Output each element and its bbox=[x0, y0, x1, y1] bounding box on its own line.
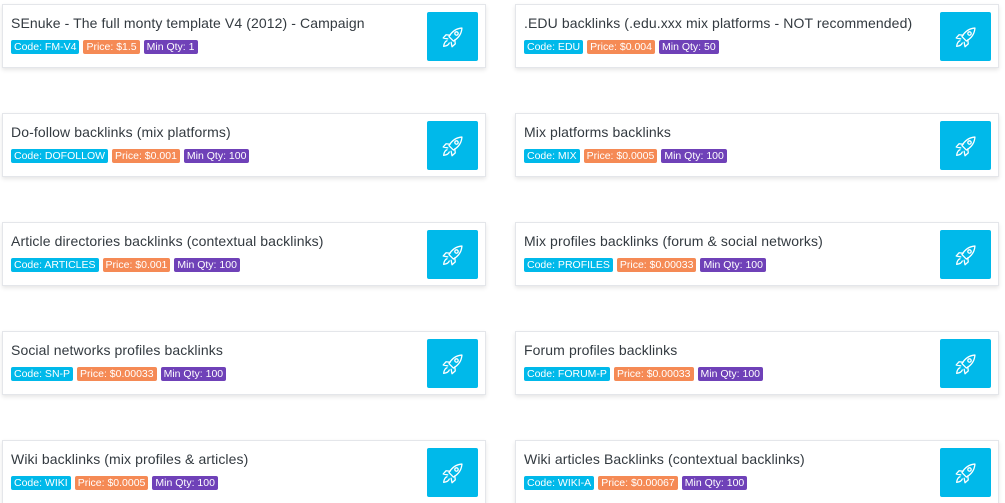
code-badge: Code: EDU bbox=[524, 40, 584, 54]
product-card: Forum profiles backlinks Code: FORUM-P P… bbox=[515, 331, 999, 395]
rocket-icon bbox=[955, 26, 976, 47]
product-badges: Code: SN-P Price: $0.00033 Min Qty: 100 bbox=[11, 367, 227, 381]
product-badges: Code: FM-V4 Price: $1.5 Min Qty: 1 bbox=[11, 40, 198, 54]
product-card: Article directories backlinks (contextua… bbox=[2, 222, 486, 286]
launch-button[interactable] bbox=[427, 339, 478, 388]
code-badge: Code: FM-V4 bbox=[11, 40, 80, 54]
launch-button[interactable] bbox=[940, 230, 991, 279]
product-title: Forum profiles backlinks bbox=[524, 342, 678, 358]
min-qty-badge: Min Qty: 100 bbox=[160, 367, 227, 381]
min-qty-badge: Min Qty: 100 bbox=[700, 258, 766, 272]
product-card: SEnuke - The full monty template V4 (201… bbox=[2, 4, 486, 68]
price-badge: Price: $0.00033 bbox=[613, 367, 694, 381]
price-badge: Price: $0.004 bbox=[587, 40, 655, 54]
product-title: SEnuke - The full monty template V4 (201… bbox=[11, 15, 365, 31]
product-badges: Code: EDU Price: $0.004 Min Qty: 50 bbox=[524, 40, 719, 54]
min-qty-badge: Min Qty: 100 bbox=[183, 149, 250, 163]
product-card: .EDU backlinks (.edu.xxx mix platforms -… bbox=[515, 4, 999, 68]
launch-button[interactable] bbox=[427, 12, 478, 61]
product-title: Wiki backlinks (mix profiles & articles) bbox=[11, 451, 249, 467]
product-title: Mix platforms backlinks bbox=[524, 124, 672, 140]
launch-button[interactable] bbox=[940, 448, 991, 497]
launch-button[interactable] bbox=[940, 12, 991, 61]
code-badge: Code: DOFOLLOW bbox=[11, 149, 109, 163]
product-title: Article directories backlinks (contextua… bbox=[11, 233, 324, 249]
price-badge: Price: $0.0005 bbox=[74, 476, 149, 490]
product-title: .EDU backlinks (.edu.xxx mix platforms -… bbox=[524, 15, 913, 31]
min-qty-badge: Min Qty: 100 bbox=[681, 476, 748, 490]
min-qty-badge: Min Qty: 100 bbox=[152, 476, 218, 490]
code-badge: Code: PROFILES bbox=[524, 258, 613, 272]
price-badge: Price: $1.5 bbox=[83, 40, 140, 54]
price-badge: Price: $0.001 bbox=[102, 258, 171, 272]
launch-button[interactable] bbox=[940, 121, 991, 170]
product-card: Do-follow backlinks (mix platforms) Code… bbox=[2, 113, 486, 177]
rocket-icon bbox=[442, 462, 463, 483]
product-title: Do-follow backlinks (mix platforms) bbox=[11, 124, 231, 140]
min-qty-badge: Min Qty: 100 bbox=[661, 149, 727, 163]
product-title: Mix profiles backlinks (forum & social n… bbox=[524, 233, 823, 249]
price-badge: Price: $0.00033 bbox=[616, 258, 697, 272]
product-badges: Code: WIKI-A Price: $0.00067 Min Qty: 10… bbox=[524, 476, 748, 490]
product-badges: Code: ARTICLES Price: $0.001 Min Qty: 10… bbox=[11, 258, 240, 272]
min-qty-badge: Min Qty: 1 bbox=[143, 40, 198, 54]
min-qty-badge: Min Qty: 100 bbox=[697, 367, 764, 381]
code-badge: Code: FORUM-P bbox=[524, 367, 610, 381]
rocket-icon bbox=[955, 244, 976, 265]
rocket-icon bbox=[442, 26, 463, 47]
product-badges: Code: WIKI Price: $0.0005 Min Qty: 100 bbox=[11, 476, 218, 490]
rocket-icon bbox=[955, 135, 976, 156]
rocket-icon bbox=[955, 462, 976, 483]
code-badge: Code: WIKI bbox=[11, 476, 71, 490]
rocket-icon bbox=[442, 244, 463, 265]
product-badges: Code: DOFOLLOW Price: $0.001 Min Qty: 10… bbox=[11, 149, 250, 163]
launch-button[interactable] bbox=[940, 339, 991, 388]
launch-button[interactable] bbox=[427, 230, 478, 279]
price-badge: Price: $0.00067 bbox=[598, 476, 678, 490]
product-badges: Code: FORUM-P Price: $0.00033 Min Qty: 1… bbox=[524, 367, 764, 381]
price-badge: Price: $0.00033 bbox=[77, 367, 157, 381]
product-card: Wiki articles Backlinks (contextual back… bbox=[515, 440, 999, 503]
rocket-icon bbox=[442, 353, 463, 374]
product-title: Wiki articles Backlinks (contextual back… bbox=[524, 451, 805, 467]
min-qty-badge: Min Qty: 50 bbox=[658, 40, 719, 54]
product-card: Mix platforms backlinks Code: MIX Price:… bbox=[515, 113, 999, 177]
min-qty-badge: Min Qty: 100 bbox=[174, 258, 240, 272]
product-grid: SEnuke - The full monty template V4 (201… bbox=[0, 0, 1005, 503]
product-badges: Code: PROFILES Price: $0.00033 Min Qty: … bbox=[524, 258, 766, 272]
code-badge: Code: MIX bbox=[524, 149, 580, 163]
product-badges: Code: MIX Price: $0.0005 Min Qty: 100 bbox=[524, 149, 727, 163]
product-card: Mix profiles backlinks (forum & social n… bbox=[515, 222, 999, 286]
product-card: Wiki backlinks (mix profiles & articles)… bbox=[2, 440, 486, 503]
price-badge: Price: $0.0005 bbox=[583, 149, 658, 163]
rocket-icon bbox=[955, 353, 976, 374]
launch-button[interactable] bbox=[427, 448, 478, 497]
price-badge: Price: $0.001 bbox=[112, 149, 180, 163]
launch-button[interactable] bbox=[427, 121, 478, 170]
code-badge: Code: ARTICLES bbox=[11, 258, 99, 272]
product-title: Social networks profiles backlinks bbox=[11, 342, 223, 358]
code-badge: Code: SN-P bbox=[11, 367, 74, 381]
rocket-icon bbox=[442, 135, 463, 156]
product-card: Social networks profiles backlinks Code:… bbox=[2, 331, 486, 395]
code-badge: Code: WIKI-A bbox=[524, 476, 595, 490]
